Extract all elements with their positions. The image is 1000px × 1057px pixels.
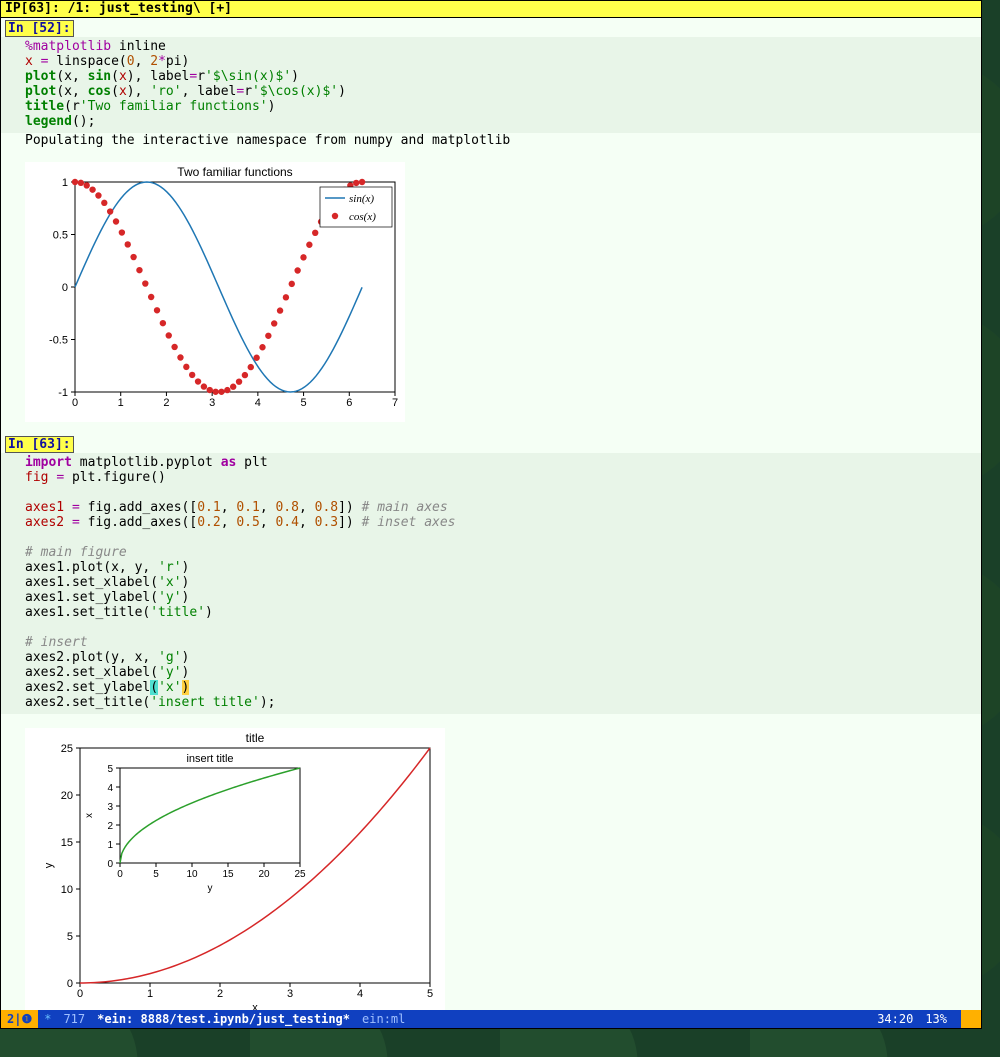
svg-text:y: y (208, 883, 213, 894)
svg-text:-1: -1 (58, 387, 68, 399)
svg-text:1: 1 (118, 397, 124, 409)
modeline-badge: 2|❶ (1, 1010, 38, 1028)
svg-text:10: 10 (186, 869, 198, 880)
editor-frame: IP[63]: /1: just_testing\ [+] In [52]: %… (0, 0, 982, 1029)
svg-text:2: 2 (217, 988, 223, 1000)
cell-1: In [52]: %matplotlib inline x = linspace… (1, 18, 981, 422)
cell-1-code[interactable]: %matplotlib inline x = linspace(0, 2*pi)… (1, 37, 981, 133)
svg-text:20: 20 (61, 790, 73, 802)
svg-text:0.5: 0.5 (53, 230, 68, 242)
svg-text:1: 1 (147, 988, 153, 1000)
svg-text:cos(x): cos(x) (349, 211, 376, 223)
svg-text:5: 5 (301, 397, 307, 409)
svg-text:2: 2 (107, 821, 113, 832)
modeline-buffer-name: *ein: 8888/test.ipynb/just_testing* (91, 1012, 356, 1026)
svg-text:4: 4 (107, 783, 113, 794)
svg-text:5: 5 (107, 764, 113, 775)
svg-text:15: 15 (222, 869, 234, 880)
svg-text:-0.5: -0.5 (49, 335, 68, 347)
svg-text:25: 25 (61, 743, 73, 755)
svg-text:5: 5 (427, 988, 433, 1000)
svg-text:5: 5 (153, 869, 159, 880)
svg-text:insert title: insert title (186, 753, 233, 765)
svg-text:0: 0 (77, 988, 83, 1000)
svg-text:0: 0 (117, 869, 123, 880)
modeline-mode: ein:ml (356, 1012, 411, 1026)
svg-text:3: 3 (287, 988, 293, 1000)
svg-text:1: 1 (62, 177, 68, 189)
svg-text:0: 0 (67, 978, 73, 990)
modeline-scroll-pct: 13% (919, 1012, 953, 1026)
svg-text:0: 0 (107, 859, 113, 870)
svg-text:25: 25 (294, 869, 306, 880)
svg-text:7: 7 (392, 397, 398, 409)
svg-text:0: 0 (72, 397, 78, 409)
modeline-cursor-pos: 34:20 (871, 1012, 919, 1026)
svg-text:x: x (84, 813, 95, 818)
plot-1: 0 1 2 3 4 5 6 7 -1 -0.5 0 0.5 1 Two familiar function… (25, 162, 405, 422)
svg-text:3: 3 (107, 802, 113, 813)
svg-text:20: 20 (258, 869, 270, 880)
svg-text:y: y (43, 862, 55, 868)
svg-text:4: 4 (255, 397, 261, 409)
modeline-modified-icon: * (38, 1012, 57, 1026)
plot-2: 0 1 2 3 4 5 0 5 10 15 20 25 title x y 0 5 10 15 20 25 0 1 2 3 4 5 i… (25, 728, 445, 1018)
svg-text:2: 2 (163, 397, 169, 409)
cell-1-prompt: In [52]: (5, 20, 74, 37)
svg-text:5: 5 (67, 931, 73, 943)
svg-text:10: 10 (61, 884, 73, 896)
svg-text:15: 15 (61, 837, 73, 849)
svg-text:Two familiar functions: Two familiar functions (177, 165, 292, 179)
cell-2: In [63]: import matplotlib.pyplot as plt… (1, 434, 981, 1018)
svg-text:3: 3 (209, 397, 215, 409)
cell-2-prompt: In [63]: (5, 436, 74, 453)
svg-text:4: 4 (357, 988, 363, 1000)
svg-text:sin(x): sin(x) (349, 193, 374, 205)
modeline-linecount: 717 (57, 1012, 91, 1026)
cell-1-output-text: Populating the interactive namespace fro… (1, 133, 981, 148)
svg-text:title: title (246, 731, 265, 745)
svg-text:1: 1 (107, 840, 113, 851)
cell-2-code[interactable]: import matplotlib.pyplot as plt fig = pl… (1, 453, 981, 714)
modeline-endcap (961, 1010, 981, 1028)
svg-text:6: 6 (346, 397, 352, 409)
tab-bar[interactable]: IP[63]: /1: just_testing\ [+] (1, 1, 981, 18)
modeline: 2|❶ * 717 *ein: 8888/test.ipynb/just_tes… (1, 1010, 981, 1028)
svg-text:0: 0 (62, 282, 68, 294)
